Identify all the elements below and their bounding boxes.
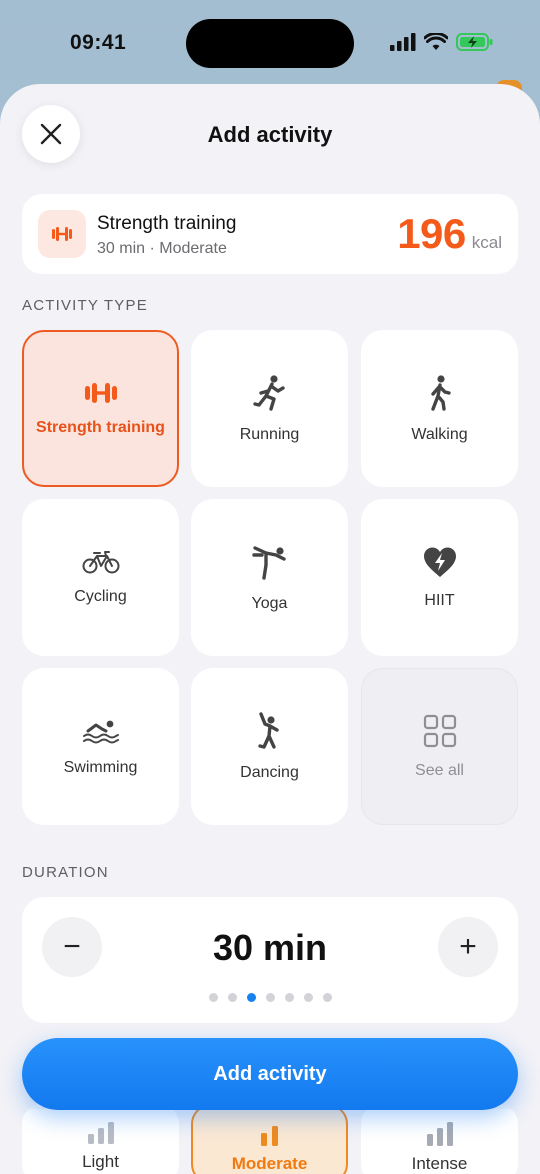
summary-icon-badge	[38, 210, 86, 258]
activity-tile-dancing[interactable]: Dancing	[191, 668, 348, 825]
walking-icon	[430, 374, 451, 411]
activity-tile-label: Yoga	[251, 594, 288, 612]
activity-tile-label: Strength training	[36, 418, 165, 436]
bicycle-icon	[82, 550, 119, 573]
page-dot	[265, 993, 275, 1002]
activity-tile-label: Swimming	[63, 758, 138, 776]
intensity-label: Intense	[411, 1154, 468, 1173]
status-time: 09:41	[70, 31, 127, 54]
signal-bars-icon	[260, 1126, 278, 1146]
sheet-title: Add activity	[207, 122, 333, 147]
activity-tile-label: Running	[239, 425, 300, 443]
page-dot	[284, 993, 294, 1002]
activity-tile-running[interactable]: Running	[191, 330, 348, 487]
add-activity-button[interactable]: Add activity	[22, 1038, 518, 1110]
activity-tile-cycling[interactable]: Cycling	[22, 499, 179, 656]
page-dot	[208, 993, 218, 1002]
duration-page-dots	[22, 993, 518, 1002]
activity-summary-card: Strength training 30 min · Moderate 196 …	[22, 194, 518, 274]
activity-tile-label: See all	[415, 761, 464, 779]
battery-charging-icon	[456, 33, 493, 51]
intensity-option-moderate[interactable]: Moderate	[191, 1104, 348, 1174]
activity-tile-label: Walking	[411, 425, 468, 443]
activity-tile-walking[interactable]: Walking	[361, 330, 518, 487]
grid-icon	[423, 714, 456, 747]
intensity-option-intense[interactable]: Intense	[361, 1104, 518, 1174]
swimming-icon	[82, 720, 119, 743]
activity-tile-label: Cycling	[74, 587, 127, 605]
status-icons	[390, 32, 494, 52]
intensity-option-light[interactable]: Light	[22, 1104, 179, 1174]
wifi-icon	[424, 33, 448, 50]
signal-bars-icon	[426, 1122, 453, 1146]
add-activity-sheet: Add activity Strength training 30 min · …	[0, 84, 540, 1174]
calorie-value: 196	[397, 210, 466, 257]
running-icon	[252, 374, 285, 411]
yoga-icon	[251, 545, 286, 580]
page-dot	[303, 993, 313, 1002]
dumbbell-icon	[52, 227, 72, 241]
summary-activity-name: Strength training	[97, 213, 237, 234]
duration-label: DURATION	[22, 864, 109, 881]
activity-tile-label: Dancing	[240, 763, 299, 781]
dancing-icon	[257, 711, 279, 749]
see-all-activities-tile[interactable]: See all	[361, 668, 518, 825]
calorie-unit: kcal	[471, 233, 502, 252]
page-dot	[322, 993, 332, 1002]
activity-tile-swimming[interactable]: Swimming	[22, 668, 179, 825]
page-dot	[227, 993, 237, 1002]
activity-tile-hiit[interactable]: HIIT	[361, 499, 518, 656]
page-dot	[246, 993, 256, 1002]
calorie-estimate: 196 kcal	[397, 210, 502, 258]
activity-tile-yoga[interactable]: Yoga	[191, 499, 348, 656]
activity-type-label: ACTIVITY TYPE	[22, 297, 148, 314]
intensity-selector: Light Moderate Intense	[22, 1104, 518, 1174]
intensity-label: Moderate	[231, 1154, 308, 1173]
duration-card: − 30 min +	[22, 897, 518, 1023]
cellular-signal-icon	[390, 33, 416, 51]
dumbbell-icon	[84, 382, 117, 403]
activity-tile-strength-training[interactable]: Strength training	[22, 330, 179, 487]
heart-bolt-icon	[423, 547, 456, 577]
status-bar: 09:41	[0, 0, 540, 90]
activity-tile-label: HIIT	[424, 591, 455, 609]
dynamic-island	[186, 19, 354, 68]
summary-meta: 30 min · Moderate	[97, 240, 227, 257]
increase-duration-button[interactable]: +	[438, 917, 498, 977]
signal-bars-icon	[87, 1122, 114, 1144]
intensity-label: Light	[82, 1152, 119, 1171]
